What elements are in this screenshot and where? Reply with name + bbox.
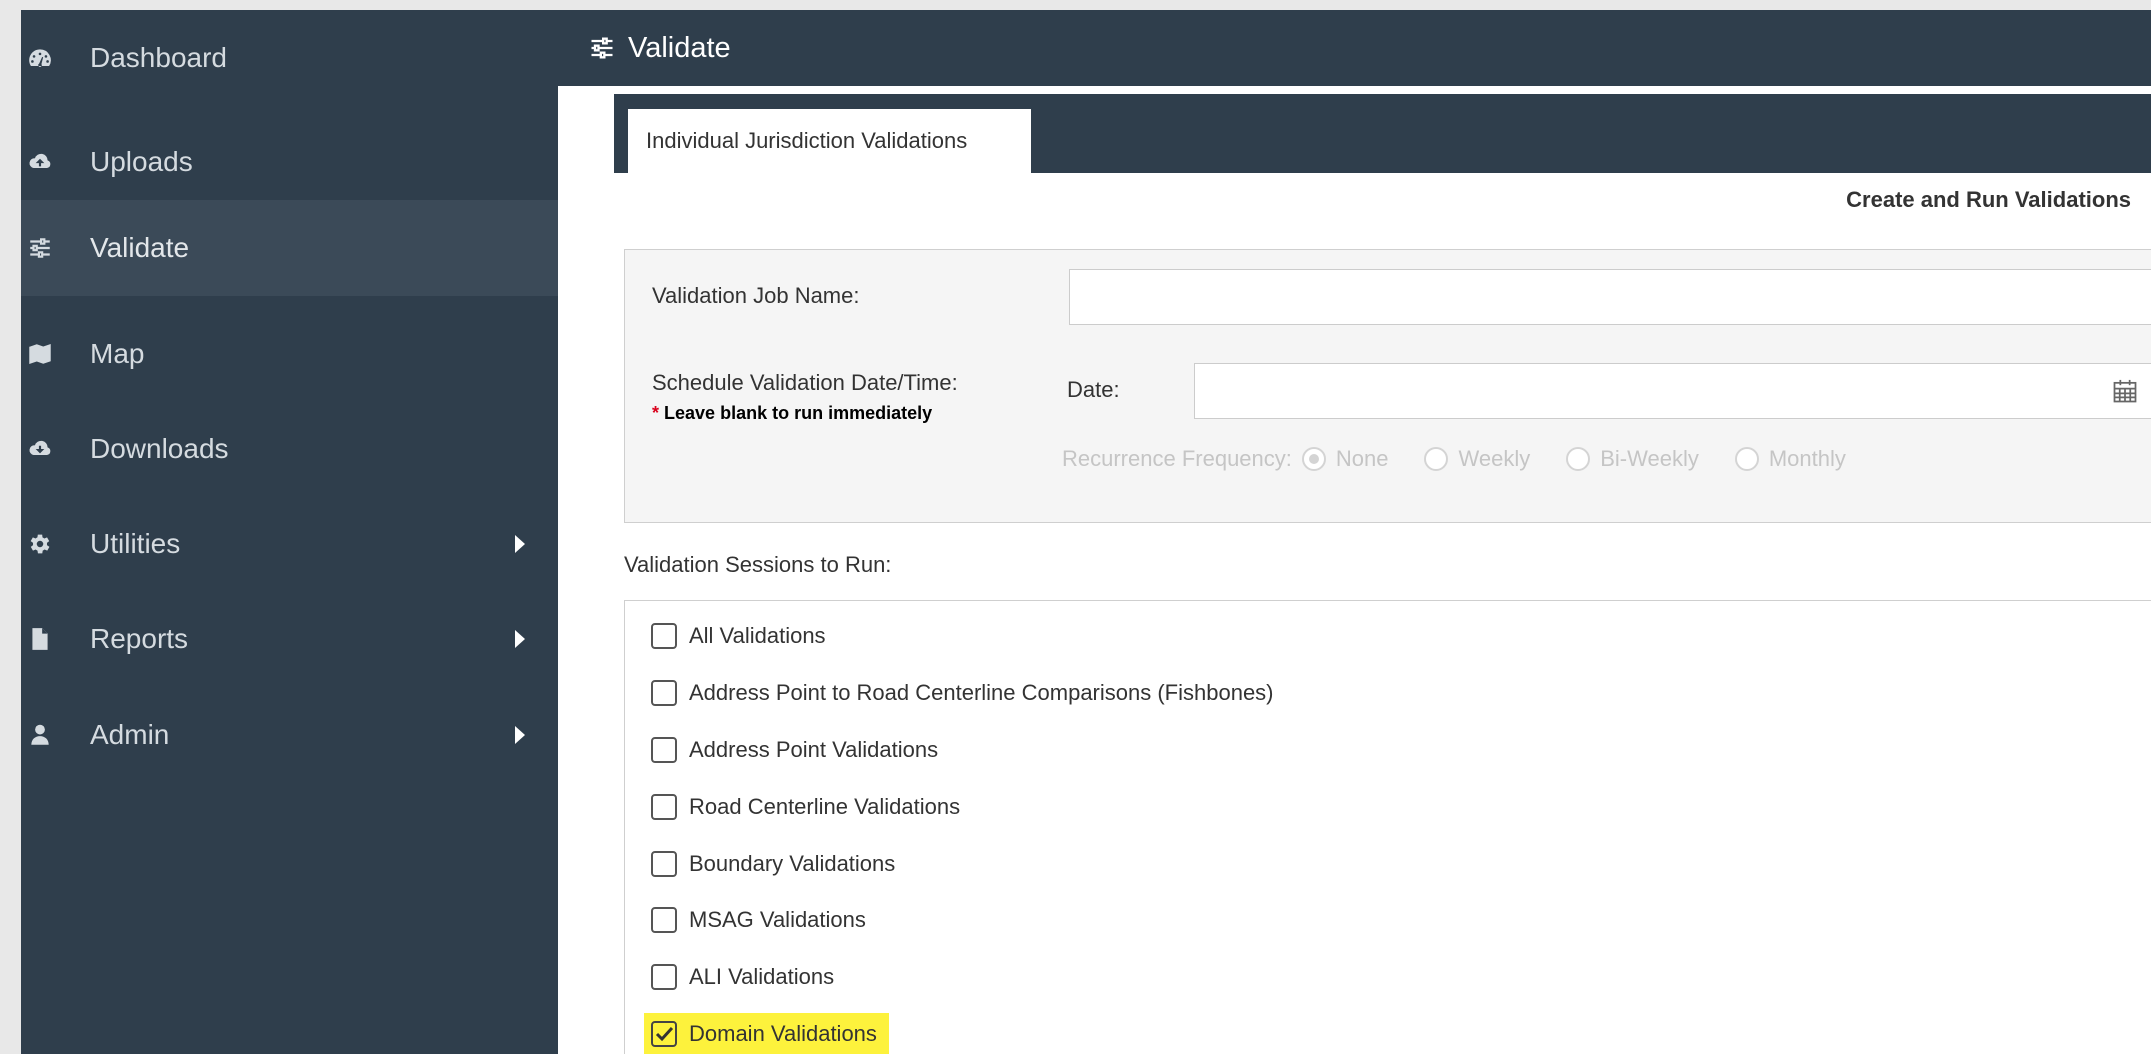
tab-bar: Individual Jurisdiction Validations bbox=[614, 94, 2151, 173]
radio-button[interactable] bbox=[1734, 447, 1759, 471]
sidebar-item-label: Dashboard bbox=[90, 42, 227, 73]
cloud-download-icon bbox=[21, 430, 59, 468]
radio-bi-weekly[interactable]: Bi-Weekly bbox=[1566, 446, 1699, 472]
session-ali[interactable]: ALI Validations bbox=[651, 964, 834, 990]
gear-icon bbox=[21, 525, 59, 563]
caret-right-icon bbox=[515, 535, 525, 553]
radio-weekly[interactable]: Weekly bbox=[1424, 446, 1530, 472]
sidebar-item-reports[interactable]: Reports bbox=[21, 591, 558, 687]
session-msag[interactable]: MSAG Validations bbox=[651, 907, 866, 933]
radio-button[interactable] bbox=[1301, 447, 1326, 471]
checkbox[interactable] bbox=[651, 1021, 677, 1047]
checkbox-label: All Validations bbox=[689, 623, 826, 648]
sliders-icon bbox=[591, 37, 613, 59]
checkbox-label: ALI Validations bbox=[689, 964, 835, 989]
sidebar-item-label: Map bbox=[90, 338, 145, 369]
sessions-panel: All Validations Address Point to Road Ce… bbox=[624, 600, 2151, 1054]
checkmark-icon bbox=[655, 1026, 674, 1042]
sidebar-item-label: Validate bbox=[90, 232, 190, 263]
sidebar-item-label: Reports bbox=[90, 623, 189, 654]
sidebar-item-dashboard[interactable]: Dashboard bbox=[21, 10, 558, 106]
checkbox-label: Domain Validations bbox=[689, 1021, 877, 1046]
session-domain[interactable]: Domain Validations bbox=[644, 1013, 889, 1054]
checkbox[interactable] bbox=[651, 623, 677, 649]
caret-right-icon bbox=[515, 630, 525, 648]
sidebar: Dashboard Uploads Validate Map Downloads bbox=[21, 10, 558, 1054]
checkbox-label: Boundary Validations bbox=[689, 851, 896, 876]
session-boundary[interactable]: Boundary Validations bbox=[651, 851, 895, 877]
user-icon bbox=[21, 716, 59, 754]
sidebar-item-admin[interactable]: Admin bbox=[21, 687, 558, 783]
checkbox[interactable] bbox=[651, 851, 677, 877]
calendar-icon[interactable] bbox=[2111, 377, 2139, 405]
radio-label: Bi-Weekly bbox=[1600, 446, 1699, 471]
sidebar-item-label: Utilities bbox=[90, 528, 181, 559]
job-name-label: Validation Job Name: bbox=[652, 283, 860, 308]
page-title: Validate bbox=[628, 31, 731, 64]
main-content: Individual Jurisdiction Validations Crea… bbox=[558, 86, 2151, 1054]
checkbox[interactable] bbox=[651, 737, 677, 763]
sidebar-item-label: Uploads bbox=[90, 146, 193, 177]
radio-monthly[interactable]: Monthly bbox=[1734, 446, 1846, 472]
sliders-icon bbox=[21, 229, 59, 267]
required-star: * bbox=[652, 403, 660, 423]
sidebar-item-validate[interactable]: Validate bbox=[21, 200, 558, 296]
session-all-validations[interactable]: All Validations bbox=[651, 623, 826, 649]
sidebar-item-utilities[interactable]: Utilities bbox=[21, 496, 558, 592]
checkbox-label: MSAG Validations bbox=[689, 907, 866, 932]
checkbox-label: Address Point Validations bbox=[689, 737, 939, 762]
section-title: Create and Run Validations bbox=[1846, 187, 2131, 212]
schedule-note-text: Leave blank to run immediately bbox=[664, 403, 933, 423]
sidebar-item-uploads[interactable]: Uploads bbox=[21, 114, 558, 210]
sessions-label: Validation Sessions to Run: bbox=[624, 552, 892, 577]
caret-right-icon bbox=[515, 726, 525, 744]
session-address-point[interactable]: Address Point Validations bbox=[651, 737, 938, 763]
sidebar-item-downloads[interactable]: Downloads bbox=[21, 401, 558, 497]
checkbox-label: Address Point to Road Centerline Compari… bbox=[689, 680, 1274, 705]
cloud-upload-icon bbox=[21, 143, 59, 181]
sidebar-item-label: Admin bbox=[90, 719, 170, 750]
radio-none[interactable]: None bbox=[1301, 446, 1389, 472]
recurrence-label: Recurrence Frequency: bbox=[1062, 446, 1292, 471]
file-icon bbox=[21, 620, 59, 658]
schedule-note: * Leave blank to run immediately bbox=[652, 403, 932, 424]
job-name-input[interactable] bbox=[1069, 269, 2151, 325]
radio-label: Weekly bbox=[1458, 446, 1531, 471]
sidebar-item-label: Downloads bbox=[90, 433, 229, 464]
date-label: Date: bbox=[1067, 377, 1120, 402]
tab-individual-jurisdiction-validations[interactable]: Individual Jurisdiction Validations bbox=[628, 109, 1031, 173]
map-icon bbox=[21, 335, 59, 373]
radio-button[interactable] bbox=[1566, 447, 1591, 471]
sidebar-item-map[interactable]: Map bbox=[21, 306, 558, 402]
checkbox-label: Road Centerline Validations bbox=[689, 794, 961, 819]
checkbox[interactable] bbox=[651, 794, 677, 820]
recurrence-frequency: Recurrence Frequency: None Weekly Bi-Wee… bbox=[1062, 446, 1872, 472]
page-header: Validate bbox=[558, 10, 2151, 86]
dashboard-icon bbox=[21, 39, 59, 77]
checkbox[interactable] bbox=[651, 680, 677, 706]
session-fishbones[interactable]: Address Point to Road Centerline Compari… bbox=[651, 680, 1274, 706]
radio-label: None bbox=[1335, 446, 1389, 471]
radio-button[interactable] bbox=[1424, 447, 1449, 471]
session-road-centerline[interactable]: Road Centerline Validations bbox=[651, 794, 960, 820]
schedule-form-panel: Validation Job Name: Schedule Validation… bbox=[624, 249, 2151, 523]
date-input[interactable] bbox=[1194, 363, 2151, 419]
app-frame: Dashboard Uploads Validate Map Downloads bbox=[21, 10, 2151, 1054]
checkbox[interactable] bbox=[651, 907, 677, 933]
schedule-label: Schedule Validation Date/Time: bbox=[652, 370, 958, 395]
radio-label: Monthly bbox=[1768, 446, 1846, 471]
checkbox[interactable] bbox=[651, 964, 677, 990]
